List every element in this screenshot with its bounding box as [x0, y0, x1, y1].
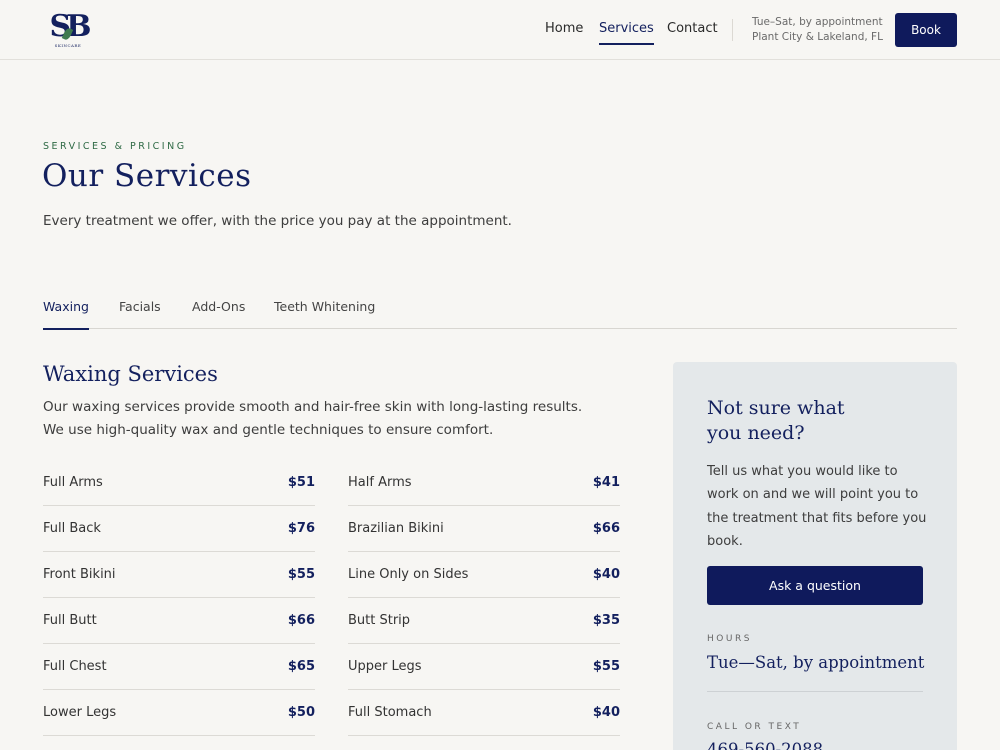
service-name: Full Back: [43, 521, 101, 536]
eyebrow-label: SERVICES & PRICING: [43, 141, 187, 152]
service-price: $65: [287, 659, 315, 674]
service-price: $76: [287, 521, 315, 536]
help-card: Not sure what you need? Tell us what you…: [673, 362, 957, 750]
page-intro: Every treatment we offer, with the price…: [43, 213, 512, 229]
help-card-title-line: Not sure what: [707, 397, 845, 419]
price-row: Upper Legs $55: [348, 644, 620, 690]
service-name: Line Only on Sides: [348, 567, 469, 582]
hours-value: Tue—Sat, by appointment: [707, 653, 925, 672]
service-price: $66: [592, 521, 620, 536]
service-price: $40: [592, 705, 620, 720]
book-button[interactable]: Book: [895, 13, 957, 47]
price-row: Brazilian Bikini $66: [348, 506, 620, 552]
price-row: Full Back $76: [43, 506, 315, 552]
service-name: Upper Legs: [348, 659, 422, 674]
service-name: Brazilian Bikini: [348, 521, 444, 536]
tab-facials[interactable]: Facials: [119, 299, 161, 329]
service-name: Full Arms: [43, 475, 103, 490]
card-divider: [707, 691, 923, 692]
price-row: Full Stomach $40: [348, 690, 620, 736]
nav-home[interactable]: Home: [545, 21, 583, 45]
service-price: $55: [287, 567, 315, 582]
service-name: Full Chest: [43, 659, 107, 674]
hours-label: HOURS: [707, 634, 752, 644]
service-name: Full Butt: [43, 613, 97, 628]
service-name: Full Stomach: [348, 705, 432, 720]
call-label: CALL OR TEXT: [707, 722, 802, 732]
service-price: $66: [287, 613, 315, 628]
price-list-left: Full Arms $51 Full Back $76 Front Bikini $5…: [43, 460, 315, 736]
price-row: Lower Legs $50: [43, 690, 315, 736]
price-row: Full Butt $66: [43, 598, 315, 644]
section-title: Waxing Services: [43, 362, 218, 386]
service-price: $41: [592, 475, 620, 490]
help-card-title-line: you need?: [707, 422, 805, 444]
price-list-right: Half Arms $41 Brazilian Bikini $66 Line On…: [348, 460, 620, 736]
tab-teeth-whitening[interactable]: Teeth Whitening: [274, 299, 375, 329]
nav-contact[interactable]: Contact: [667, 21, 718, 45]
tab-waxing[interactable]: Waxing: [43, 299, 89, 330]
service-price: $40: [592, 567, 620, 582]
page-title: Our Services: [42, 158, 252, 194]
service-name: Front Bikini: [43, 567, 116, 582]
tab-add-ons[interactable]: Add-Ons: [192, 299, 245, 329]
header-location: Plant City & Lakeland, FL: [752, 31, 883, 43]
price-row: Full Arms $51: [43, 460, 315, 506]
help-card-text: Tell us what you would like to work on a…: [707, 464, 927, 549]
help-card-title: Not sure what you need?: [707, 396, 907, 446]
section-description: Our waxing services provide smooth and h…: [43, 396, 623, 442]
header-hours: Tue–Sat, by appointment: [752, 16, 883, 28]
service-price: $35: [592, 613, 620, 628]
service-price: $50: [287, 705, 315, 720]
price-row: Line Only on Sides $40: [348, 552, 620, 598]
price-row: Butt Strip $35: [348, 598, 620, 644]
section-desc-line: We use high-quality wax and gentle techn…: [43, 422, 494, 438]
brand-logo[interactable]: SB SKINCARE: [49, 10, 91, 50]
section-desc-line: Our waxing services provide smooth and h…: [43, 399, 583, 415]
price-row: Full Chest $65: [43, 644, 315, 690]
header-hours-location: Tue–Sat, by appointment Plant City & Lak…: [752, 15, 883, 45]
ask-question-button[interactable]: Ask a question: [707, 566, 923, 605]
phone-link[interactable]: 469-560-2088: [707, 740, 823, 750]
service-name: Lower Legs: [43, 705, 117, 720]
service-price: $55: [592, 659, 620, 674]
nav-services[interactable]: Services: [599, 21, 654, 45]
service-price: $51: [287, 475, 315, 490]
nav-divider: [732, 19, 733, 41]
service-name: Half Arms: [348, 475, 412, 490]
service-name: Butt Strip: [348, 613, 411, 628]
service-tabs: Waxing Facials Add-Ons Teeth Whitening: [43, 296, 957, 330]
price-row: Front Bikini $55: [43, 552, 315, 598]
site-header: SB SKINCARE Home Services Contact Tue–Sa…: [0, 0, 1000, 60]
price-row: Half Arms $41: [348, 460, 620, 506]
